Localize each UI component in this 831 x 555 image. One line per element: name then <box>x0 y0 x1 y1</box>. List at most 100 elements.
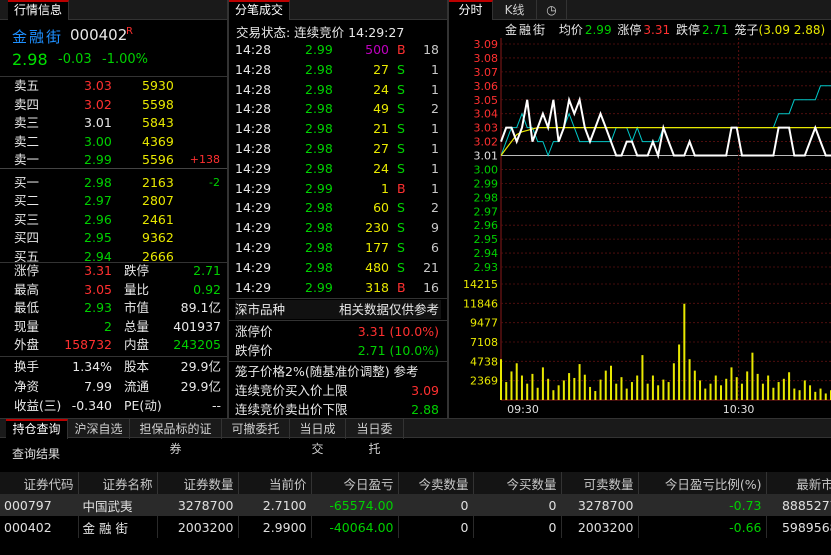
bottom-tab[interactable]: 可撤委托 <box>222 419 290 439</box>
tick-volume: 318 <box>365 279 389 295</box>
column-header[interactable]: 今买数量 <box>473 472 562 494</box>
table-cell: 0 <box>398 494 474 516</box>
stats-panel-2: 换手 1.34% 股本 29.9亿 净资 7.99 流通 29.9亿 收益(三) -0.340 PE… <box>0 358 227 416</box>
down-value: 2.71 (10.0%) <box>357 343 439 358</box>
time-tick-label: 09:30 <box>507 403 539 416</box>
stat-label: 最低 <box>14 300 40 315</box>
tick-side: S <box>397 101 405 117</box>
tick-row: 14:28 2.98 27 S 1 <box>229 139 447 159</box>
stat-label: 最高 <box>14 281 40 297</box>
level-price: 2.98 <box>84 174 112 190</box>
left-tabbar: 行情信息 <box>0 0 227 20</box>
table-cell: 0 <box>473 516 562 538</box>
tick-volume: 177 <box>365 240 389 255</box>
tick-side: S <box>397 61 405 77</box>
up-value: 3.31 (10.0%) <box>357 324 439 339</box>
table-cell: 5989568.00 <box>766 516 831 538</box>
stat-label: 换手 <box>14 359 40 374</box>
intraday-chart[interactable]: 3.09 3.08 3.07 3.06 3.05 3.04 3.03 3.02 3.01 3.00… <box>449 38 831 418</box>
avg-label: 均价 <box>558 23 583 37</box>
level-label: 买一 <box>14 174 40 190</box>
buy-limit-value: 3.09 <box>411 383 439 398</box>
stat-label: 跌停 <box>124 263 150 278</box>
price-tick-label: 2.93 <box>474 261 499 274</box>
bottom-tab[interactable]: 沪深自选 <box>68 419 130 439</box>
tick-count: 21 <box>423 259 439 275</box>
down-value: 2.71 <box>701 23 729 37</box>
column-header[interactable]: 今日盈亏 <box>311 472 399 494</box>
table-row[interactable]: 000402 金 融 街 2003200 2.9900 -40064.00 0 0 20032… <box>0 516 831 538</box>
bid-level[interactable]: 买一 2.98 2163 -2 <box>0 174 227 193</box>
tick-count: 2 <box>431 101 439 117</box>
level-price: 2.96 <box>84 211 112 227</box>
down-label: 跌停价 <box>235 343 273 358</box>
ask-level[interactable]: 卖四 3.02 5598 <box>0 96 227 115</box>
tick-side: S <box>397 220 405 236</box>
table-row[interactable]: 000797 中国武夷 3278700 2.7100 -65574.00 0 0 327870… <box>0 494 831 516</box>
tab-ticks[interactable]: 分笔成交 <box>229 0 291 20</box>
bid-level[interactable]: 买四 2.95 9362 <box>0 229 227 248</box>
tick-row: 14:29 2.98 177 S 6 <box>229 238 447 258</box>
cage-value: (3.09 2.88) <box>758 23 826 37</box>
tab-intraday[interactable]: 分时 <box>449 0 493 20</box>
stock-code: 000402 <box>70 26 128 44</box>
tick-count: 6 <box>431 240 439 255</box>
stat-label: 现量 <box>14 318 40 334</box>
level-label: 买二 <box>14 193 40 208</box>
price-tick-label: 2.94 <box>474 247 499 260</box>
stat-value: 2 <box>104 318 112 334</box>
table-cell: 000797 <box>0 494 79 516</box>
clock-icon[interactable]: ◷ <box>537 0 567 20</box>
volume-tick-label: 11846 <box>463 297 498 310</box>
stat-row: 现量 2 总量 401937 <box>0 318 227 337</box>
bottom-tab[interactable]: 当日委托 <box>346 419 404 456</box>
stock-price: 2.98 <box>12 50 48 69</box>
stat-label: PE(动) <box>124 398 162 413</box>
column-header[interactable]: 最新市值↓ <box>766 472 831 494</box>
level-label: 卖三 <box>14 115 40 130</box>
level-price: 2.99 <box>84 152 112 167</box>
column-header[interactable]: 证券数量 <box>157 472 239 494</box>
bottom-tab[interactable]: 持仓查询 <box>6 419 68 439</box>
price-tick-label: 3.00 <box>474 163 499 176</box>
level-change: -2 <box>209 175 220 189</box>
table-cell: 2.9900 <box>238 516 312 538</box>
tick-time: 14:29 <box>235 279 272 295</box>
table-cell: -0.73 <box>638 494 767 516</box>
column-header[interactable]: 今日盈亏比例(%) <box>638 472 767 494</box>
ask-level[interactable]: 卖二 3.00 4369 <box>0 133 227 152</box>
column-header[interactable]: 今卖数量 <box>398 472 474 494</box>
sell-limit-label: 连续竞价卖出价下限 <box>235 402 348 417</box>
tick-row: 14:28 2.98 21 S 1 <box>229 119 447 139</box>
column-header[interactable]: 当前价 <box>238 472 312 494</box>
bottom-tab[interactable]: 当日成交 <box>290 419 346 456</box>
table-cell: 000402 <box>0 516 79 538</box>
tick-row: 14:29 2.99 1 B 1 <box>229 179 447 199</box>
tick-count: 18 <box>423 42 439 57</box>
stat-value: 3.31 <box>84 263 112 278</box>
tab-kline[interactable]: K线 <box>493 0 537 20</box>
level-volume: 2461 <box>142 211 174 227</box>
column-header[interactable]: 证券代码 <box>0 472 79 494</box>
stat-value: 1.34% <box>72 359 112 374</box>
bid-level[interactable]: 买三 2.96 2461 <box>0 211 227 230</box>
ask-level[interactable]: 卖三 3.01 5843 <box>0 114 227 133</box>
tab-quote-info[interactable]: 行情信息 <box>8 0 70 20</box>
stat-value: 2.71 <box>193 263 221 278</box>
ask-level[interactable]: 卖五 3.03 5930 <box>0 77 227 96</box>
column-header[interactable]: 可卖数量 <box>561 472 639 494</box>
stat-value: 29.9亿 <box>180 359 221 374</box>
level-price: 3.01 <box>84 115 112 130</box>
tick-time: 14:28 <box>235 42 272 57</box>
bottom-tab[interactable]: 担保品标的证券 <box>130 419 222 456</box>
tick-volume: 60 <box>373 200 389 216</box>
tick-side: S <box>397 141 405 156</box>
buy-limit-label: 连续竞价买入价上限 <box>235 383 348 398</box>
stat-value: 158732 <box>64 337 112 352</box>
column-header[interactable]: 证券名称 <box>78 472 158 494</box>
bid-level[interactable]: 买二 2.97 2807 <box>0 192 227 211</box>
tick-row: 14:29 2.98 24 S 1 <box>229 159 447 179</box>
ask-level[interactable]: 卖一 2.99 5596 +138 <box>0 151 227 170</box>
stat-label: 收益(三) <box>14 398 62 413</box>
stat-row: 最低 2.93 市值 89.1亿 <box>0 299 227 318</box>
